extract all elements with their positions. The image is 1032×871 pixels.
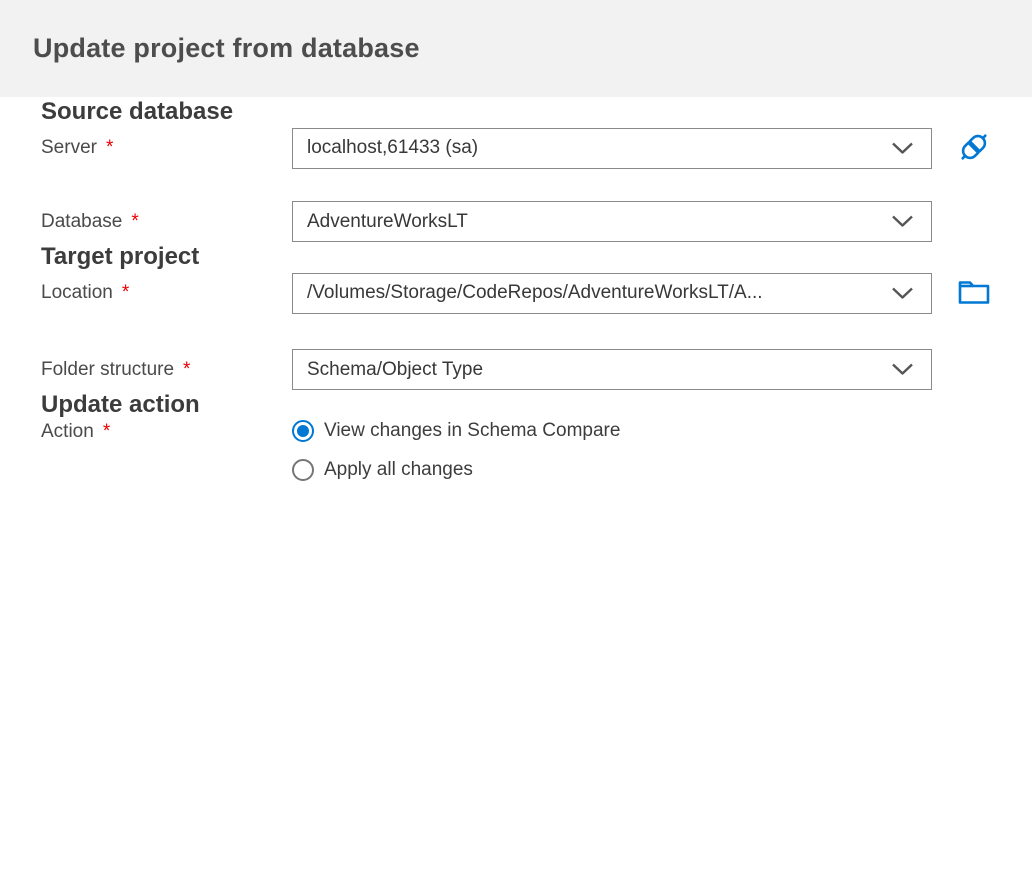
dialog-body: Source database Server * localhost,61433 … xyxy=(0,97,1032,481)
action-radio-group: View changes in Schema Compare Apply all… xyxy=(292,420,620,481)
connect-button[interactable] xyxy=(953,127,995,169)
server-label: Server * xyxy=(41,137,114,158)
action-label: Action * xyxy=(41,421,111,442)
browse-folder-button[interactable] xyxy=(953,272,995,314)
chevron-down-icon xyxy=(891,215,914,228)
radio-option-view-changes[interactable]: View changes in Schema Compare xyxy=(292,420,620,442)
database-dropdown[interactable]: AdventureWorksLT xyxy=(292,201,932,242)
required-asterisk: * xyxy=(131,210,139,232)
server-dropdown-value: localhost,61433 (sa) xyxy=(307,137,479,158)
location-dropdown-value: /Volumes/Storage/CodeRepos/AdventureWork… xyxy=(307,282,763,303)
folder-icon xyxy=(956,276,992,311)
required-asterisk: * xyxy=(105,137,114,158)
database-label: Database * xyxy=(41,210,139,232)
folder-structure-row: Folder structure * Schema/Object Type xyxy=(41,349,991,390)
database-dropdown-value: AdventureWorksLT xyxy=(307,210,468,232)
radio-option-label: Apply all changes xyxy=(324,459,473,480)
radio-option-apply-all[interactable]: Apply all changes xyxy=(292,459,620,481)
chevron-down-icon xyxy=(891,142,914,155)
database-row: Database * AdventureWorksLT xyxy=(41,201,991,242)
required-asterisk: * xyxy=(121,282,130,303)
folder-structure-dropdown-value: Schema/Object Type xyxy=(307,358,484,380)
required-asterisk: * xyxy=(183,358,191,380)
connect-plug-icon xyxy=(953,126,995,171)
required-asterisk: * xyxy=(102,421,111,442)
action-row: Action * View changes in Schema Compare A… xyxy=(41,420,991,481)
location-row: Location * /Volumes/Storage/CodeRepos/Adv… xyxy=(41,272,991,314)
server-row: Server * localhost,61433 (sa) xyxy=(41,127,991,169)
radio-icon xyxy=(292,420,314,442)
chevron-down-icon xyxy=(891,287,914,300)
server-dropdown[interactable]: localhost,61433 (sa) xyxy=(292,127,932,169)
section-title-source-database: Source database xyxy=(41,98,234,125)
chevron-down-icon xyxy=(891,363,914,376)
folder-structure-dropdown[interactable]: Schema/Object Type xyxy=(292,349,932,390)
location-dropdown[interactable]: /Volumes/Storage/CodeRepos/AdventureWork… xyxy=(292,272,932,314)
page-title: Update project from database xyxy=(33,33,420,63)
folder-structure-label: Folder structure * xyxy=(41,358,191,380)
section-title-target-project: Target project xyxy=(41,243,200,270)
radio-option-label: View changes in Schema Compare xyxy=(324,420,621,441)
location-label: Location * xyxy=(41,282,130,303)
dialog-header: Update project from database xyxy=(0,0,1032,97)
radio-icon xyxy=(292,459,314,481)
section-title-update-action: Update action xyxy=(41,391,200,418)
